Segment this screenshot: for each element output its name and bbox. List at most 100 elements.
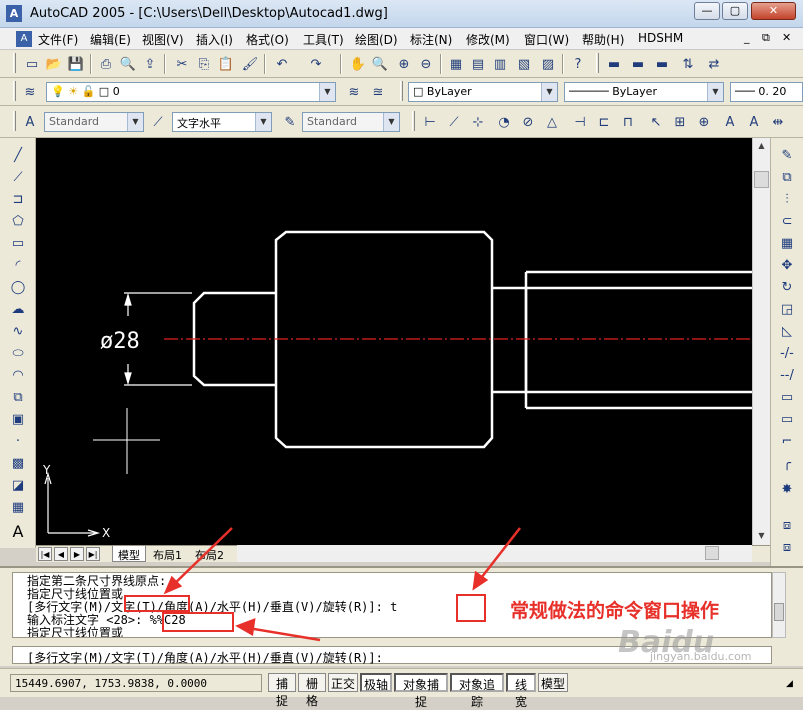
polyline-icon[interactable]: ⊐: [7, 188, 29, 210]
toggle-ortho[interactable]: 正交: [328, 673, 358, 692]
help-icon[interactable]: ?: [568, 54, 588, 74]
multiline-text-icon[interactable]: A: [7, 520, 29, 542]
scroll-thumb[interactable]: [754, 171, 769, 188]
toggle-snap[interactable]: 捕捉: [268, 673, 296, 708]
circle-icon[interactable]: ◯: [7, 276, 29, 298]
drawing-doc-icon[interactable]: A: [16, 31, 32, 47]
dimension-update-icon[interactable]: ⇹: [768, 112, 788, 132]
menu-insert[interactable]: 插入(I): [196, 31, 233, 48]
menu-hdshm[interactable]: HDSHM: [638, 31, 683, 45]
menu-file[interactable]: 文件(F): [38, 31, 78, 48]
menu-help[interactable]: 帮助(H): [582, 31, 624, 48]
draw-order-back-icon[interactable]: ⧈: [776, 536, 798, 558]
match-properties-icon[interactable]: 🖌: [240, 54, 260, 74]
polygon-icon[interactable]: ⬠: [7, 210, 29, 232]
draw-order-icon[interactable]: ⧈: [776, 514, 798, 536]
ellipse-arc-icon[interactable]: ◠: [7, 364, 29, 386]
sheet-set-icon[interactable]: ▧: [514, 54, 534, 74]
print-icon[interactable]: ⎙: [96, 54, 116, 74]
table-icon[interactable]: ▦: [7, 496, 29, 518]
chevron-down-icon[interactable]: ▼: [319, 83, 335, 101]
toggle-osnap[interactable]: 对象捕捉: [394, 673, 448, 709]
chamfer-icon[interactable]: ⌐: [776, 430, 798, 452]
continue-dimension-icon[interactable]: ⊓: [618, 112, 638, 132]
tab-model[interactable]: 模型: [112, 546, 146, 562]
angular-dimension-icon[interactable]: △: [542, 112, 562, 132]
break-at-point-icon[interactable]: ▭: [776, 408, 798, 430]
move-icon[interactable]: ✥: [776, 254, 798, 276]
text-style-icon[interactable]: A: [20, 112, 40, 132]
quick-leader-icon[interactable]: ↖: [646, 112, 666, 132]
insert-block-icon[interactable]: ⧉: [7, 386, 29, 408]
tolerance-icon[interactable]: ⊞: [670, 112, 690, 132]
table-style-dropdown[interactable]: Standard ▼: [302, 112, 400, 132]
zoom-previous-icon[interactable]: ⊖: [416, 54, 436, 74]
layer-tool-icon[interactable]: ⇅: [678, 54, 698, 74]
spline-icon[interactable]: ∿: [7, 320, 29, 342]
chevron-down-icon[interactable]: ▼: [255, 113, 271, 131]
color-dropdown[interactable]: □ ByLayer ▼: [408, 82, 558, 102]
redo-icon[interactable]: ↷: [306, 54, 326, 74]
menu-view[interactable]: 视图(V): [142, 31, 184, 48]
properties-icon[interactable]: ▦: [446, 54, 466, 74]
explode-icon[interactable]: ✸: [776, 478, 798, 500]
autocad-icon[interactable]: A: [6, 5, 22, 22]
toggle-otrack[interactable]: 对象追踪: [450, 673, 504, 709]
table-style-icon[interactable]: ✎: [280, 112, 300, 132]
ordinate-dimension-icon[interactable]: ⊹: [468, 112, 488, 132]
dim-style-dropdown[interactable]: 文字水平 ▼: [172, 112, 272, 132]
layer-manager-icon[interactable]: ≋: [20, 82, 40, 102]
pan-icon[interactable]: ✋: [348, 54, 368, 74]
chevron-down-icon[interactable]: ▼: [541, 83, 557, 101]
baseline-dimension-icon[interactable]: ⊏: [594, 112, 614, 132]
new-file-icon[interactable]: ▭: [22, 54, 42, 74]
tab-layout2[interactable]: 布局2: [190, 546, 229, 562]
tool-palettes-icon[interactable]: ▥: [490, 54, 510, 74]
zoom-realtime-icon[interactable]: 🔍: [370, 54, 390, 74]
save-icon[interactable]: 💾: [66, 54, 86, 74]
design-center-icon[interactable]: ▤: [468, 54, 488, 74]
dimension-edit-icon[interactable]: A: [720, 112, 740, 132]
print-preview-icon[interactable]: 🔍: [118, 54, 138, 74]
layer-tool-icon[interactable]: ▬: [652, 54, 672, 74]
extend-icon[interactable]: --/: [776, 364, 798, 386]
first-tab-icon[interactable]: |◀: [38, 547, 52, 561]
close-button[interactable]: ✕: [751, 2, 796, 20]
line-icon[interactable]: ╱: [7, 144, 29, 166]
scroll-thumb[interactable]: [774, 603, 784, 621]
make-layer-current-icon[interactable]: ≋: [344, 82, 364, 102]
menu-format[interactable]: 格式(O): [246, 31, 289, 48]
offset-icon[interactable]: ⊂: [776, 210, 798, 232]
menu-dimension[interactable]: 标注(N): [410, 31, 452, 48]
toolbar-grip[interactable]: [400, 81, 403, 101]
tab-layout1[interactable]: 布局1: [148, 546, 187, 562]
horizontal-scrollbar[interactable]: [237, 545, 752, 562]
point-icon[interactable]: ·: [7, 430, 29, 452]
toggle-model[interactable]: 模型: [538, 673, 568, 692]
trim-icon[interactable]: -/-: [776, 342, 798, 364]
diameter-dimension-icon[interactable]: ⊘: [518, 112, 538, 132]
aligned-dimension-icon[interactable]: ⟋: [444, 112, 464, 132]
chevron-down-icon[interactable]: ▼: [707, 83, 723, 101]
menu-edit[interactable]: 编辑(E): [90, 31, 131, 48]
lineweight-dropdown[interactable]: ─── 0. 20: [730, 82, 803, 102]
layer-tool-icon[interactable]: ▬: [628, 54, 648, 74]
chevron-down-icon[interactable]: ▼: [383, 113, 399, 131]
cut-icon[interactable]: ✂: [172, 54, 192, 74]
scale-icon[interactable]: ◲: [776, 298, 798, 320]
mirror-icon[interactable]: ⫶: [776, 188, 798, 210]
linear-dimension-icon[interactable]: ⊢: [420, 112, 440, 132]
erase-icon[interactable]: ✎: [776, 144, 798, 166]
construction-line-icon[interactable]: ⟋: [7, 166, 29, 188]
dim-style-icon[interactable]: ⟋: [148, 112, 168, 132]
layer-tool-icon[interactable]: ⇄: [704, 54, 724, 74]
minimize-button[interactable]: —: [694, 2, 720, 20]
toggle-polar[interactable]: 极轴: [360, 673, 392, 692]
dimension-text-edit-icon[interactable]: A: [744, 112, 764, 132]
copy-icon[interactable]: ⎘: [194, 54, 214, 74]
publish-icon[interactable]: ⇪: [140, 54, 160, 74]
scroll-thumb[interactable]: [705, 546, 719, 560]
scroll-up-icon[interactable]: ▲: [754, 138, 769, 153]
menu-window[interactable]: 窗口(W): [524, 31, 569, 48]
toolbar-grip[interactable]: [596, 53, 599, 73]
